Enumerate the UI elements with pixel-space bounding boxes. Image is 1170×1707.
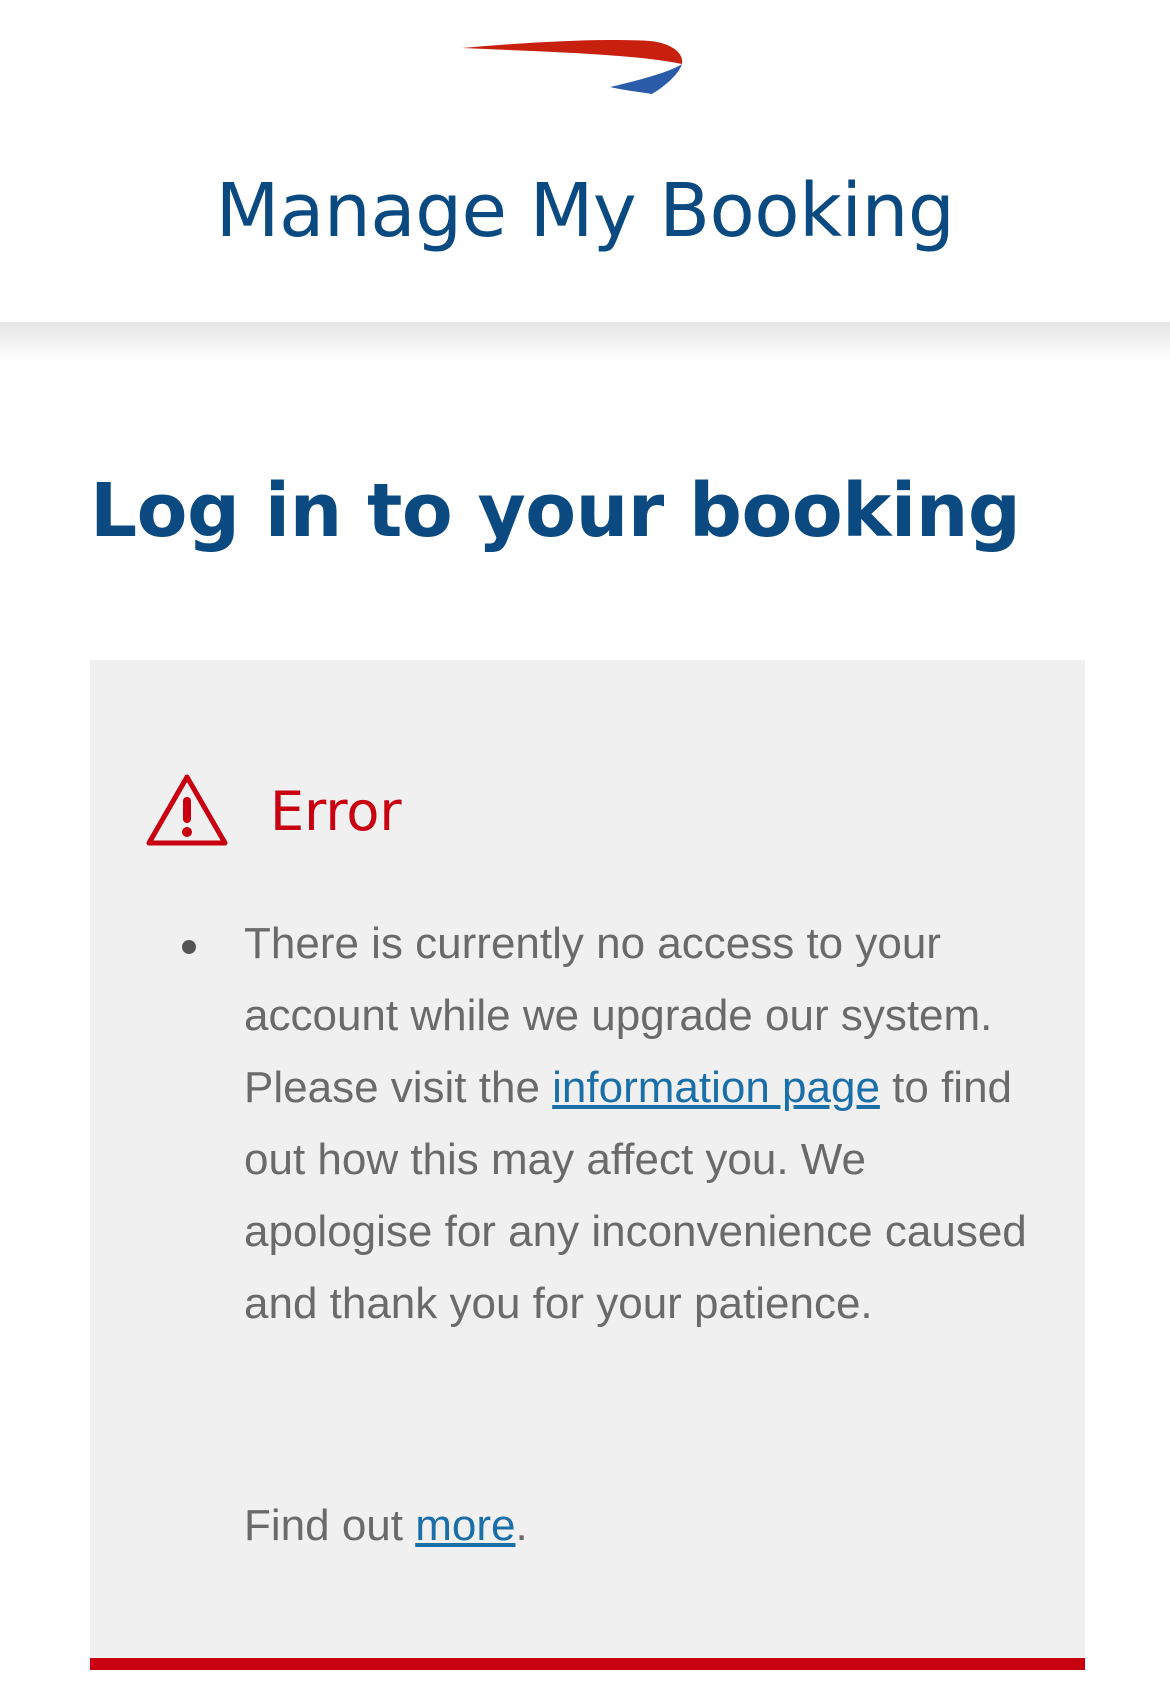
error-message: There is currently no access to your acc… bbox=[140, 908, 1040, 1340]
header: Manage My Booking bbox=[0, 0, 1170, 322]
information-page-link[interactable]: information page bbox=[552, 1063, 880, 1112]
app-title: Manage My Booking bbox=[215, 168, 955, 254]
find-out-prefix: Find out bbox=[244, 1501, 416, 1550]
warning-triangle-icon bbox=[146, 774, 228, 846]
more-link[interactable]: more bbox=[415, 1501, 515, 1550]
bullet bbox=[182, 940, 196, 954]
error-list: There is currently no access to your acc… bbox=[140, 908, 1040, 1340]
find-out-suffix: . bbox=[515, 1501, 528, 1550]
page-title: Log in to your booking bbox=[90, 468, 1021, 554]
speedmarque-logo-icon[interactable] bbox=[462, 40, 712, 112]
error-panel: Error There is currently no access to yo… bbox=[90, 660, 1085, 1670]
header-shadow bbox=[0, 322, 1170, 362]
find-out-more: Find out more. bbox=[244, 1490, 528, 1562]
error-title: Error bbox=[270, 780, 402, 843]
